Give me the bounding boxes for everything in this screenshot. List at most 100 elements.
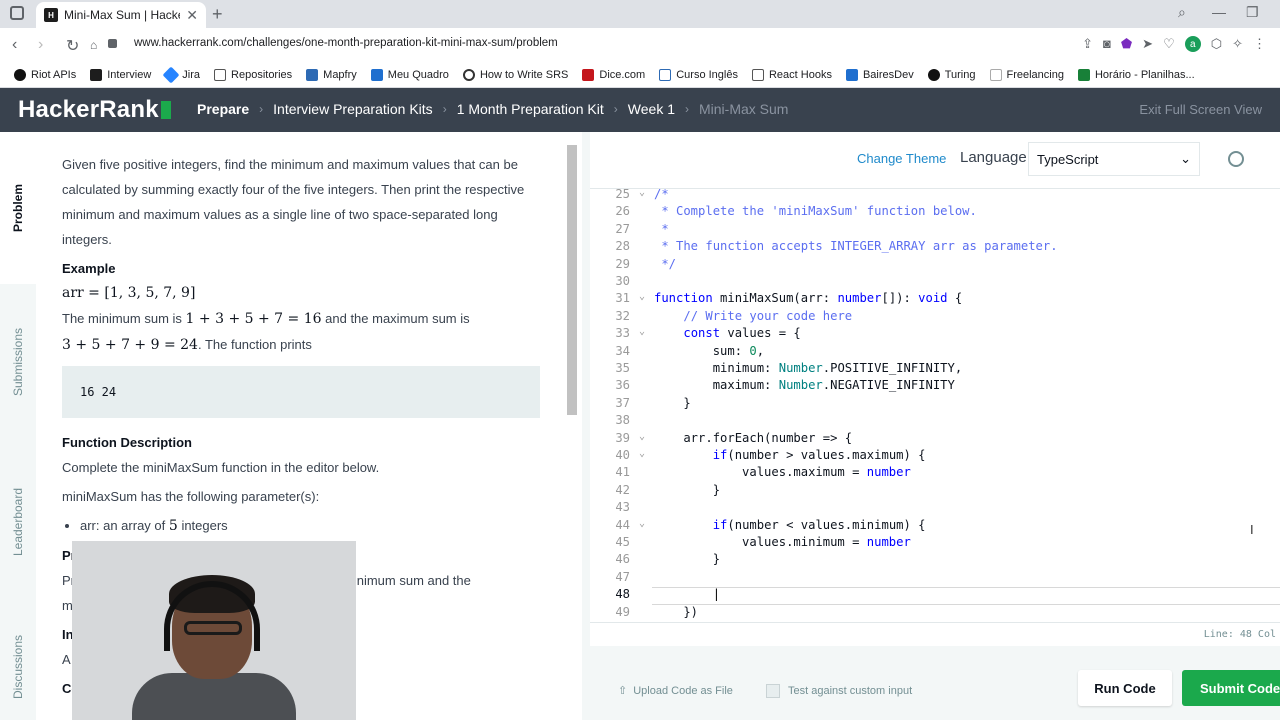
browser-tab[interactable]: H Mini-Max Sum | HackerRank ✕ bbox=[36, 2, 206, 28]
bookmark-item[interactable]: Interview bbox=[90, 68, 152, 81]
code-text: if(number > values.maximum) { bbox=[712, 448, 926, 462]
code-line[interactable]: 46 } bbox=[590, 552, 1280, 569]
code-line[interactable]: 47 bbox=[590, 570, 1280, 587]
code-line[interactable]: 43 bbox=[590, 500, 1280, 517]
code-line[interactable]: 26 * Complete the 'miniMaxSum' function … bbox=[590, 204, 1280, 221]
bookmark-item[interactable]: Jira bbox=[162, 66, 200, 83]
code-line[interactable]: 41 values.maximum = number bbox=[590, 465, 1280, 482]
bookmark-item[interactable]: Meu Quadro bbox=[370, 68, 449, 81]
bookmark-item[interactable]: Riot APIs bbox=[14, 68, 76, 81]
menu-icon[interactable]: ⋮ bbox=[1253, 36, 1266, 52]
hackerrank-logo[interactable]: HackerRank bbox=[18, 96, 171, 124]
code-line[interactable]: 30 bbox=[590, 274, 1280, 291]
bookmark-item[interactable]: How to Write SRS bbox=[462, 68, 568, 81]
bookmark-label: Mapfry bbox=[323, 68, 357, 81]
code-line[interactable]: 48 | bbox=[590, 587, 1280, 605]
line-number: 42 bbox=[615, 482, 630, 497]
code-text: } bbox=[654, 395, 691, 410]
code-line[interactable]: 32 // Write your code here bbox=[590, 309, 1280, 326]
example-text: . The function prints bbox=[197, 337, 312, 352]
puzzle-icon[interactable]: ✧ bbox=[1232, 36, 1243, 52]
home-icon[interactable]: ⌂ bbox=[90, 38, 97, 52]
code-line[interactable]: 31 ⌄ function miniMaxSum(arr: number[]): v… bbox=[590, 291, 1280, 308]
checkbox-box[interactable] bbox=[766, 684, 780, 698]
run-code-button[interactable]: Run Code bbox=[1078, 670, 1172, 706]
code-line[interactable]: 34 sum: 0, bbox=[590, 344, 1280, 361]
code-line[interactable]: 38 bbox=[590, 413, 1280, 430]
fold-chevron-icon[interactable]: ⌄ bbox=[639, 448, 645, 459]
bookmark-item[interactable]: Repositories bbox=[214, 68, 292, 81]
shield-icon[interactable]: ⬟ bbox=[1121, 36, 1132, 52]
share-icon[interactable]: ⇪ bbox=[1082, 36, 1093, 52]
new-tab-icon[interactable]: + bbox=[212, 4, 223, 25]
code-line[interactable]: 42 } bbox=[590, 483, 1280, 500]
back-icon[interactable]: ‹ bbox=[12, 36, 17, 54]
line-number: 27 bbox=[615, 221, 630, 236]
send-icon[interactable]: ➤ bbox=[1142, 36, 1153, 52]
code-line[interactable]: 39 ⌄ arr.forEach(number => { bbox=[590, 431, 1280, 448]
reset-code-icon[interactable] bbox=[1228, 151, 1244, 167]
bookmark-item[interactable]: Mapfry bbox=[306, 68, 357, 81]
line-number: 31 bbox=[615, 291, 630, 306]
problem-scrollbar[interactable] bbox=[567, 145, 577, 415]
custom-input-checkbox[interactable]: Test against custom input bbox=[766, 684, 912, 698]
heart-icon[interactable]: ♡ bbox=[1163, 36, 1175, 52]
code-line[interactable]: 25 ⌄ /* bbox=[590, 189, 1280, 204]
submit-code-button[interactable]: Submit Code bbox=[1182, 670, 1280, 706]
bookmark-item[interactable]: Freelancing bbox=[989, 68, 1064, 81]
search-tabs-icon[interactable]: ⌕ bbox=[1178, 4, 1186, 21]
panel-divider[interactable] bbox=[582, 132, 590, 720]
workspaces-icon[interactable] bbox=[10, 6, 24, 20]
bookmark-item[interactable]: Dice.com bbox=[582, 68, 645, 81]
bookmark-item[interactable]: BairesDev bbox=[845, 68, 914, 81]
bookmark-icon bbox=[751, 68, 764, 81]
bookmark-item[interactable]: Curso Inglês bbox=[659, 68, 738, 81]
change-theme-link[interactable]: Change Theme bbox=[857, 151, 946, 166]
bookmark-item[interactable]: Turing bbox=[927, 68, 976, 81]
fold-chevron-icon[interactable]: ⌄ bbox=[639, 291, 645, 302]
bookmark-label: Interview bbox=[107, 68, 152, 81]
camera-icon[interactable]: ◙ bbox=[1103, 36, 1111, 52]
bookmark-icon bbox=[927, 68, 940, 81]
code-editor[interactable]: 25 ⌄ /* 26 * Complete the 'miniMaxSum' func… bbox=[590, 188, 1280, 622]
code-line[interactable]: 33 ⌄ const values = { bbox=[590, 326, 1280, 343]
bookmark-item[interactable]: React Hooks bbox=[751, 68, 832, 81]
code-line[interactable]: 27 * bbox=[590, 222, 1280, 239]
code-line[interactable]: 29 */ bbox=[590, 257, 1280, 274]
lock-icon[interactable] bbox=[108, 39, 117, 48]
exit-fullscreen-link[interactable]: Exit Full Screen View bbox=[1139, 102, 1262, 117]
tab-discussions[interactable]: Discussions bbox=[0, 612, 36, 722]
code-line[interactable]: 35 minimum: Number.POSITIVE_INFINITY, bbox=[590, 361, 1280, 378]
crumb-month-kit[interactable]: 1 Month Preparation Kit bbox=[457, 101, 604, 117]
code-line[interactable]: 44 ⌄ if(number < values.minimum) { bbox=[590, 518, 1280, 535]
cube-icon[interactable]: ⬡ bbox=[1211, 36, 1222, 52]
crumb-week[interactable]: Week 1 bbox=[628, 101, 675, 117]
code-line[interactable]: 36 maximum: Number.NEGATIVE_INFINITY bbox=[590, 378, 1280, 395]
code-line[interactable]: 37 } bbox=[590, 396, 1280, 413]
tab-problem[interactable]: Problem bbox=[0, 132, 36, 284]
code-line[interactable]: 28 * The function accepts INTEGER_ARRAY … bbox=[590, 239, 1280, 256]
language-select[interactable]: TypeScript ⌄ bbox=[1028, 142, 1200, 176]
code-text: arr.forEach(number => { bbox=[654, 430, 853, 445]
fold-chevron-icon[interactable]: ⌄ bbox=[639, 189, 645, 198]
fold-chevron-icon[interactable]: ⌄ bbox=[639, 518, 645, 529]
restore-icon[interactable]: ❐ bbox=[1246, 4, 1259, 21]
profile-avatar[interactable]: a bbox=[1184, 36, 1201, 52]
minimize-icon[interactable]: — bbox=[1212, 4, 1226, 20]
fold-chevron-icon[interactable]: ⌄ bbox=[639, 431, 645, 442]
forward-icon[interactable]: › bbox=[38, 36, 43, 54]
code-line[interactable]: 45 values.minimum = number bbox=[590, 535, 1280, 552]
reload-icon[interactable]: ↻ bbox=[66, 36, 79, 56]
crumb-interview-kits[interactable]: Interview Preparation Kits bbox=[273, 101, 433, 117]
url-input[interactable]: www.hackerrank.com/challenges/one-month-… bbox=[134, 37, 558, 49]
upload-code-button[interactable]: ⇧ Upload Code as File bbox=[618, 684, 733, 698]
tab-submissions[interactable]: Submissions bbox=[0, 302, 36, 422]
code-line[interactable]: 40 ⌄ if(number > values.maximum) { bbox=[590, 448, 1280, 465]
crumb-prepare[interactable]: Prepare bbox=[197, 101, 249, 117]
tab-leaderboard[interactable]: Leaderboard bbox=[0, 462, 36, 582]
close-tab-icon[interactable]: ✕ bbox=[186, 7, 198, 24]
bookmark-item[interactable]: Horário - Planilhas... bbox=[1077, 68, 1195, 81]
code-line[interactable]: 49 }) bbox=[590, 605, 1280, 622]
param-item: arr: an array of 5 integers bbox=[80, 513, 540, 539]
fold-chevron-icon[interactable]: ⌄ bbox=[639, 326, 645, 337]
